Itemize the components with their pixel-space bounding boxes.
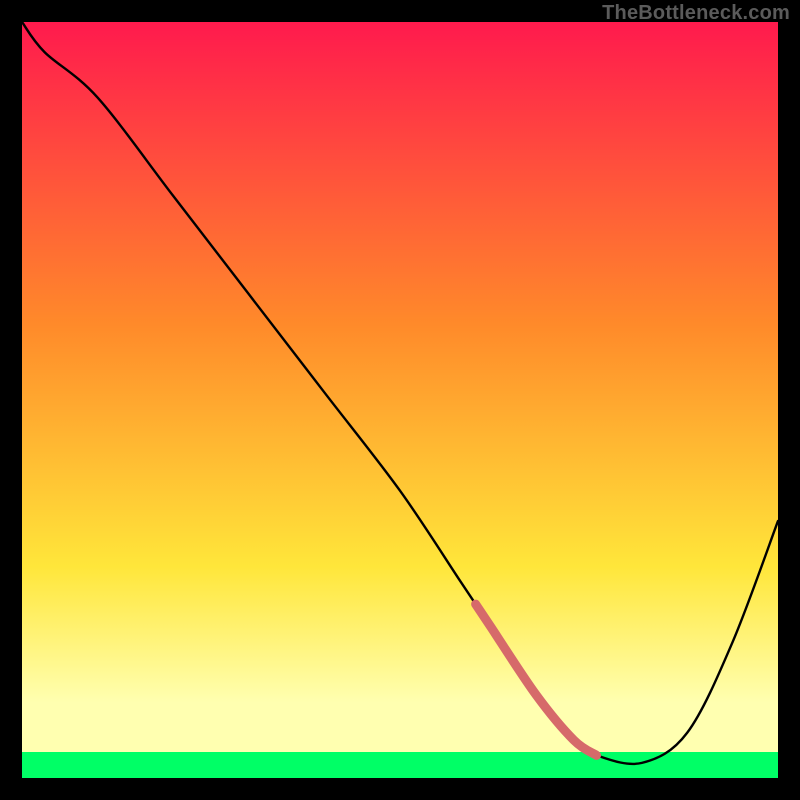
watermark-text: TheBottleneck.com — [602, 2, 790, 25]
optimal-range-highlight — [476, 604, 597, 755]
curve-layer — [22, 22, 778, 778]
bottleneck-curve — [22, 22, 778, 764]
chart-frame — [22, 22, 778, 778]
